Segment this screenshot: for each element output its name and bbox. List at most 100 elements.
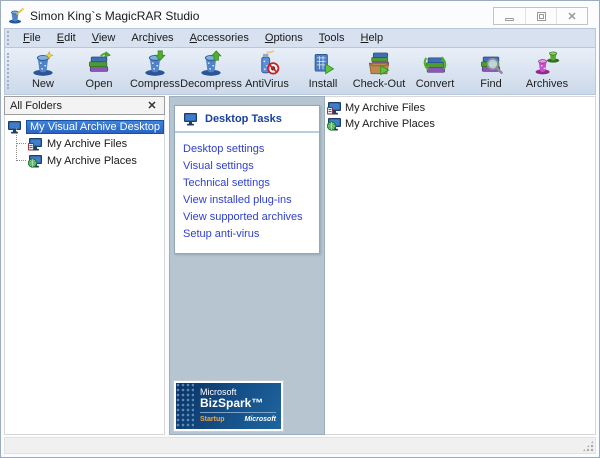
menu-accessories[interactable]: Accessories bbox=[182, 30, 257, 46]
app-window: Simon King`s MagicRAR Studio ✕ File Edit… bbox=[0, 0, 600, 458]
maximize-button[interactable] bbox=[525, 8, 556, 24]
tree-item-archive-files[interactable]: My Archive Files bbox=[7, 135, 162, 152]
menu-label-part: ccessories bbox=[197, 32, 249, 44]
menu-label-part: ives bbox=[154, 32, 174, 44]
books-find-icon bbox=[477, 50, 505, 78]
toolbar-button-find[interactable]: Find bbox=[463, 48, 519, 94]
menu-label-mnemonic: E bbox=[57, 32, 64, 44]
tree-item-label: My Archive Places bbox=[47, 155, 137, 167]
task-link-technical-settings[interactable]: Technical settings bbox=[183, 175, 313, 192]
folders-panel-close-icon[interactable]: ✕ bbox=[145, 99, 159, 112]
toolbar-button-new[interactable]: New bbox=[15, 48, 71, 94]
crate-checkout-icon bbox=[365, 50, 393, 78]
task-link-setup-antivirus[interactable]: Setup anti-virus bbox=[183, 226, 313, 243]
menu-options[interactable]: Options bbox=[257, 30, 311, 46]
toolbar-button-label: Archives bbox=[526, 78, 568, 90]
books-open-icon bbox=[85, 50, 113, 78]
toolbar-button-label: Convert bbox=[416, 78, 455, 90]
toolbar-button-label: Compress bbox=[130, 78, 180, 90]
close-icon: ✕ bbox=[567, 10, 576, 23]
desktop-monitor-icon bbox=[183, 111, 199, 127]
toolbar-button-open[interactable]: Open bbox=[71, 48, 127, 94]
content-item-archive-files[interactable]: My Archive Files bbox=[327, 100, 593, 116]
menu-label-part: ptions bbox=[273, 32, 302, 44]
desktop-tasks-title: Desktop Tasks bbox=[205, 113, 282, 125]
bizspark-logo-text: BizSpark™ bbox=[200, 397, 276, 413]
hats-archives-icon bbox=[533, 50, 561, 78]
menu-archives[interactable]: Archives bbox=[123, 30, 181, 46]
folder-tree: My Visual Archive Desktop My Archive Fil… bbox=[4, 115, 165, 435]
menu-label-part: ools bbox=[324, 32, 344, 44]
content-panel: My Archive Files My Archive Places bbox=[325, 96, 596, 435]
status-bar bbox=[4, 437, 596, 454]
menu-help[interactable]: Help bbox=[352, 30, 391, 46]
toolbar-gripper-handle[interactable] bbox=[7, 53, 12, 89]
menu-label-mnemonic: F bbox=[23, 32, 30, 44]
toolbar-button-compress[interactable]: Compress bbox=[127, 48, 183, 94]
task-links: Desktop settings Visual settings Technic… bbox=[175, 133, 319, 253]
task-link-view-archives[interactable]: View supported archives bbox=[183, 209, 313, 226]
folders-panel: All Folders ✕ My Visual Archive Desktop … bbox=[4, 96, 165, 435]
minimize-button[interactable] bbox=[494, 8, 525, 24]
app-magic-hat-icon bbox=[8, 8, 24, 24]
bizspark-bottom-row: Startup Microsoft bbox=[200, 416, 276, 423]
toolbar-button-checkout[interactable]: Check-Out bbox=[351, 48, 407, 94]
books-convert-icon bbox=[421, 50, 449, 78]
bizspark-brand-text: Microsoft bbox=[245, 416, 277, 423]
task-link-desktop-settings[interactable]: Desktop settings bbox=[183, 141, 313, 158]
menu-bar: File Edit View Archives Accessories Opti… bbox=[4, 28, 596, 48]
close-button[interactable]: ✕ bbox=[556, 8, 587, 24]
title-bar[interactable]: Simon King`s MagicRAR Studio ✕ bbox=[4, 4, 596, 28]
menu-label-part: elp bbox=[368, 32, 383, 44]
tree-item-desktop[interactable]: My Visual Archive Desktop bbox=[7, 118, 162, 135]
hat-decompress-icon bbox=[197, 50, 225, 78]
menu-tools[interactable]: Tools bbox=[311, 30, 353, 46]
content-item-label: My Archive Files bbox=[345, 102, 425, 114]
bizspark-startup-tag: Startup bbox=[200, 416, 225, 423]
menu-file[interactable]: File bbox=[15, 30, 49, 46]
menu-label-part: iew bbox=[99, 32, 116, 44]
toolbar-button-label: Decompress bbox=[180, 78, 242, 90]
spray-antivirus-icon bbox=[253, 50, 281, 78]
magic-hat-new-icon bbox=[29, 50, 57, 78]
minimize-icon bbox=[505, 18, 514, 21]
main-toolbar: New Open Compress bbox=[4, 48, 596, 95]
tree-item-label: My Visual Archive Desktop bbox=[26, 120, 164, 134]
toolbar-button-antivirus[interactable]: AntiVirus bbox=[239, 48, 295, 94]
menu-label-part: ile bbox=[30, 32, 41, 44]
box-install-icon bbox=[309, 50, 337, 78]
tree-item-label: My Archive Files bbox=[47, 138, 127, 150]
content-item-archive-places[interactable]: My Archive Places bbox=[327, 116, 593, 132]
bizspark-badge[interactable]: Microsoft BizSpark™ Startup Microsoft bbox=[174, 381, 283, 431]
desktop-tasks-box: Desktop Tasks Desktop settings Visual se… bbox=[174, 105, 320, 254]
window-controls: ✕ bbox=[493, 7, 588, 25]
task-link-view-plugins[interactable]: View installed plug-ins bbox=[183, 192, 313, 209]
archive-places-icon bbox=[327, 116, 343, 132]
tree-item-archive-places[interactable]: My Archive Places bbox=[7, 152, 162, 169]
maximize-icon bbox=[537, 12, 546, 21]
menu-label-mnemonic: V bbox=[92, 32, 99, 44]
archive-files-icon bbox=[28, 136, 44, 152]
menu-label-mnemonic: A bbox=[190, 32, 197, 44]
menu-edit[interactable]: Edit bbox=[49, 30, 84, 46]
toolbar-button-label: New bbox=[32, 78, 54, 90]
main-area: All Folders ✕ My Visual Archive Desktop … bbox=[4, 96, 596, 435]
window-title: Simon King`s MagicRAR Studio bbox=[30, 9, 493, 23]
menu-view[interactable]: View bbox=[84, 30, 124, 46]
hat-compress-icon bbox=[141, 50, 169, 78]
toolbar-button-label: AntiVirus bbox=[245, 78, 289, 90]
folders-panel-header: All Folders ✕ bbox=[4, 96, 165, 115]
desktop-tasks-header: Desktop Tasks bbox=[175, 106, 319, 133]
menubar-gripper-handle[interactable] bbox=[7, 31, 12, 45]
toolbar-button-install[interactable]: Install bbox=[295, 48, 351, 94]
task-link-visual-settings[interactable]: Visual settings bbox=[183, 158, 313, 175]
toolbar-button-decompress[interactable]: Decompress bbox=[183, 48, 239, 94]
content-item-label: My Archive Places bbox=[345, 118, 435, 130]
menu-label-part: Arc bbox=[131, 32, 148, 44]
resize-grip-handle[interactable] bbox=[582, 440, 594, 452]
toolbar-button-label: Open bbox=[86, 78, 113, 90]
toolbar-button-label: Install bbox=[309, 78, 338, 90]
toolbar-button-archives[interactable]: Archives bbox=[519, 48, 575, 94]
archive-places-icon bbox=[28, 153, 44, 169]
toolbar-button-convert[interactable]: Convert bbox=[407, 48, 463, 94]
